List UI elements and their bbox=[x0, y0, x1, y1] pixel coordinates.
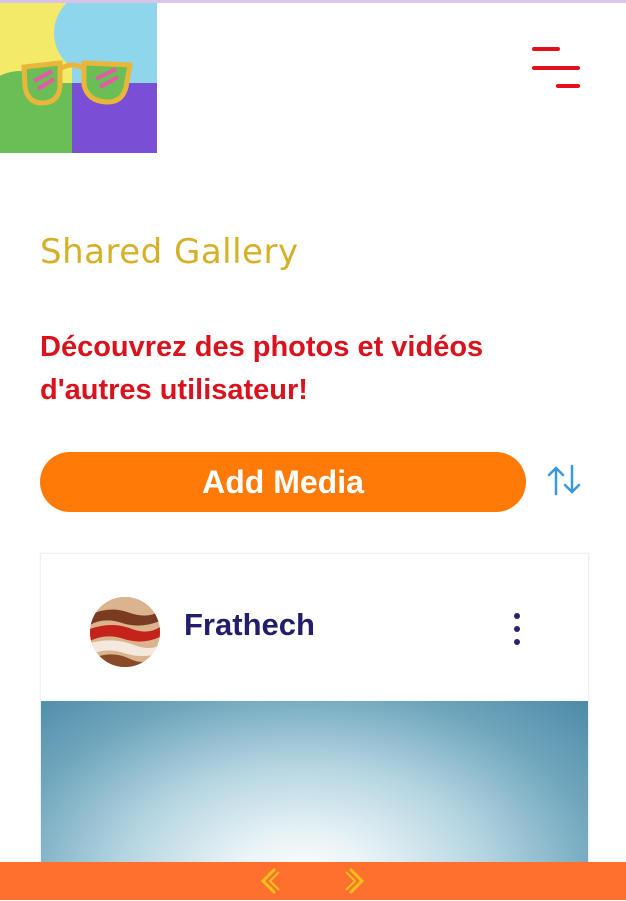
avatar[interactable] bbox=[90, 597, 160, 667]
post-media-image[interactable] bbox=[41, 701, 588, 874]
menu-line bbox=[556, 84, 580, 88]
more-vertical-icon bbox=[514, 613, 520, 619]
add-media-button[interactable]: Add Media bbox=[40, 452, 526, 512]
previous-button[interactable] bbox=[255, 865, 285, 897]
menu-line bbox=[532, 66, 580, 70]
sort-arrows-icon bbox=[547, 464, 581, 496]
hamburger-menu-icon bbox=[532, 47, 560, 51]
more-dot bbox=[514, 639, 520, 645]
chevron-left-icon bbox=[260, 867, 280, 895]
post-username[interactable]: Frathech bbox=[184, 607, 315, 643]
media-post-card: Frathech bbox=[40, 553, 589, 875]
page-title: Shared Gallery bbox=[40, 232, 299, 272]
sunglasses-logo-icon bbox=[0, 3, 157, 153]
next-button[interactable] bbox=[340, 865, 370, 897]
page-subtitle: Découvrez des photos et vidéos d'autres … bbox=[40, 331, 484, 406]
hamburger-menu-button[interactable] bbox=[528, 42, 584, 92]
app-logo[interactable] bbox=[0, 3, 157, 153]
avatar-image bbox=[90, 597, 160, 667]
bottom-pager-bar bbox=[0, 862, 626, 900]
chevron-right-icon bbox=[345, 867, 365, 895]
post-options-button[interactable] bbox=[505, 609, 529, 649]
more-dot bbox=[514, 626, 520, 632]
sort-button[interactable] bbox=[544, 460, 584, 500]
